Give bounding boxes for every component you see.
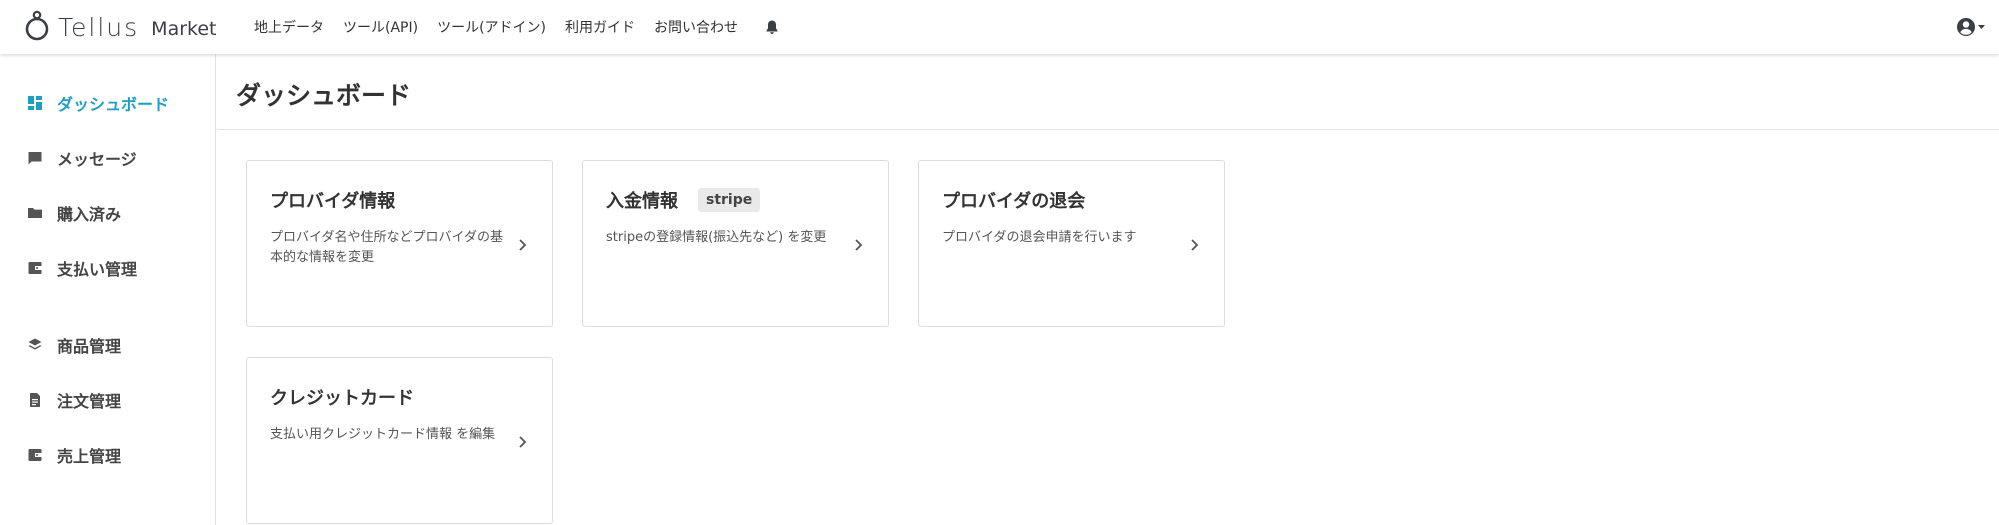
page-title: ダッシュボード (236, 81, 412, 110)
document-icon (27, 392, 43, 408)
wallet-icon (27, 447, 43, 463)
nav-contact[interactable]: お問い合わせ (654, 17, 738, 37)
sidebar-item-messages[interactable]: メッセージ (27, 146, 137, 170)
sidebar-item-sales-management[interactable]: 売上管理 (27, 443, 121, 467)
sidebar-item-dashboard[interactable]: ダッシュボード (27, 91, 169, 115)
card-title-text: クレジットカード (270, 388, 414, 409)
wallet-icon (27, 260, 43, 276)
logo-mark-icon (25, 10, 49, 41)
card-payment-info[interactable]: 入金情報 stripe stripeの登録情報(振込先など) を変更 (582, 160, 889, 327)
chevron-right-icon (855, 239, 863, 251)
sidebar: ダッシュボード メッセージ 購入済み 支払い管理 商品管理 注文管理 売上管理 (0, 54, 216, 525)
top-navigation-bar: Tellus Market 地上データ ツール(API) ツール(アドイン) 利… (0, 0, 1999, 54)
sidebar-item-order-management[interactable]: 注文管理 (27, 388, 121, 412)
card-title: プロバイダの退会 (942, 187, 1085, 213)
sidebar-item-label: 売上管理 (57, 447, 122, 466)
card-description: プロバイダの退会申請を行います (942, 230, 1137, 245)
sidebar-item-label: ダッシュボード (57, 95, 170, 114)
card-title: 入金情報 stripe (606, 187, 761, 213)
sidebar-item-label: メッセージ (57, 150, 137, 169)
user-circle-icon (1957, 18, 1975, 36)
logo-market-text: Market (151, 18, 217, 40)
sidebar-item-payment-management[interactable]: 支払い管理 (27, 256, 137, 280)
card-provider-withdrawal[interactable]: プロバイダの退会 プロバイダの退会申請を行います (918, 160, 1225, 327)
chevron-right-icon (519, 239, 527, 251)
chevron-right-icon (1191, 239, 1199, 251)
layers-icon (27, 337, 43, 353)
chevron-right-icon (519, 436, 527, 448)
card-description: 支払い用クレジットカード情報 を編集 (270, 427, 496, 442)
dashboard-icon (27, 95, 43, 111)
card-title: プロバイダ情報 (270, 187, 395, 213)
sidebar-item-label: 商品管理 (57, 337, 122, 356)
card-title: クレジットカード (270, 384, 414, 410)
sidebar-item-product-management[interactable]: 商品管理 (27, 333, 121, 357)
bell-icon[interactable] (765, 19, 779, 35)
card-description: stripeの登録情報(振込先など) を変更 (606, 230, 827, 245)
caret-down-icon (1978, 24, 1985, 29)
user-menu-button[interactable] (1956, 17, 1985, 37)
card-provider-info[interactable]: プロバイダ情報 プロバイダ名や住所などプロバイダの基本的な情報を変更 (246, 160, 553, 327)
stripe-badge: stripe (698, 188, 761, 212)
nav-tools-addin[interactable]: ツール(アドイン) (437, 17, 546, 37)
nav-tools-api[interactable]: ツール(API) (343, 17, 418, 37)
logo-wordmark: Tellus (58, 12, 140, 42)
card-title-text: 入金情報 (606, 191, 678, 212)
nav-user-guide[interactable]: 利用ガイド (565, 17, 635, 37)
card-credit-card[interactable]: クレジットカード 支払い用クレジットカード情報 を編集 (246, 357, 553, 524)
sidebar-item-label: 支払い管理 (57, 260, 138, 279)
card-description: プロバイダ名や住所などプロバイダの基本的な情報を変更 (270, 230, 503, 265)
sidebar-item-purchased[interactable]: 購入済み (27, 201, 121, 225)
tellus-logo[interactable]: Tellus Market (22, 9, 216, 45)
card-title-text: プロバイダ情報 (270, 191, 396, 212)
sidebar-item-label: 注文管理 (57, 392, 122, 411)
nav-ground-data[interactable]: 地上データ (254, 17, 324, 37)
card-title-text: プロバイダの退会 (942, 191, 1086, 212)
top-nav-menu: 地上データ ツール(API) ツール(アドイン) 利用ガイド お問い合わせ (254, 0, 779, 54)
folder-icon (27, 205, 43, 221)
sidebar-item-label: 購入済み (57, 205, 122, 224)
page-header: ダッシュボード (217, 54, 1999, 130)
message-icon (27, 150, 43, 166)
